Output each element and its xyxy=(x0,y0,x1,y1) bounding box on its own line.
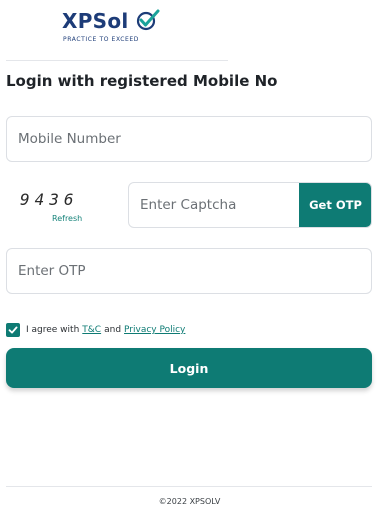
captcha-input[interactable]: Enter Captcha Get OTP xyxy=(128,182,372,228)
agree-prefix-text: I agree with xyxy=(26,325,80,335)
otp-input[interactable]: Enter OTP xyxy=(6,248,372,294)
terms-agreement: I agree with T&C and Privacy Policy xyxy=(6,322,188,338)
checkbox-checked-icon xyxy=(8,326,18,334)
agree-and-text: and xyxy=(104,325,122,335)
page-title: Login with registered Mobile No xyxy=(6,72,278,90)
header-divider xyxy=(6,60,228,61)
mobile-number-input[interactable]: Mobile Number xyxy=(6,116,372,162)
captcha-refresh-link[interactable]: Refresh xyxy=(52,214,82,223)
agree-checkbox[interactable] xyxy=(6,323,20,337)
privacy-policy-link[interactable]: Privacy Policy xyxy=(124,325,185,335)
tnc-link[interactable]: T&C xyxy=(82,325,101,335)
brand-name: XPSol xyxy=(62,9,129,33)
footer-copyright: ©2022 XPSOLV xyxy=(158,497,221,506)
captcha-placeholder: Enter Captcha xyxy=(140,197,237,213)
footer-divider xyxy=(6,486,372,487)
brand-check-icon xyxy=(136,9,160,31)
captcha-code: 9436 xyxy=(20,190,79,209)
otp-placeholder: Enter OTP xyxy=(18,263,86,279)
mobile-number-placeholder: Mobile Number xyxy=(18,131,121,147)
captcha-image: 9436 Refresh xyxy=(12,186,102,230)
get-otp-button[interactable]: Get OTP xyxy=(299,183,371,227)
brand-logo: XPSol PRACTICE TO EXCEED xyxy=(62,8,162,44)
login-button[interactable]: Login xyxy=(6,348,372,388)
brand-tagline: PRACTICE TO EXCEED xyxy=(63,36,140,43)
